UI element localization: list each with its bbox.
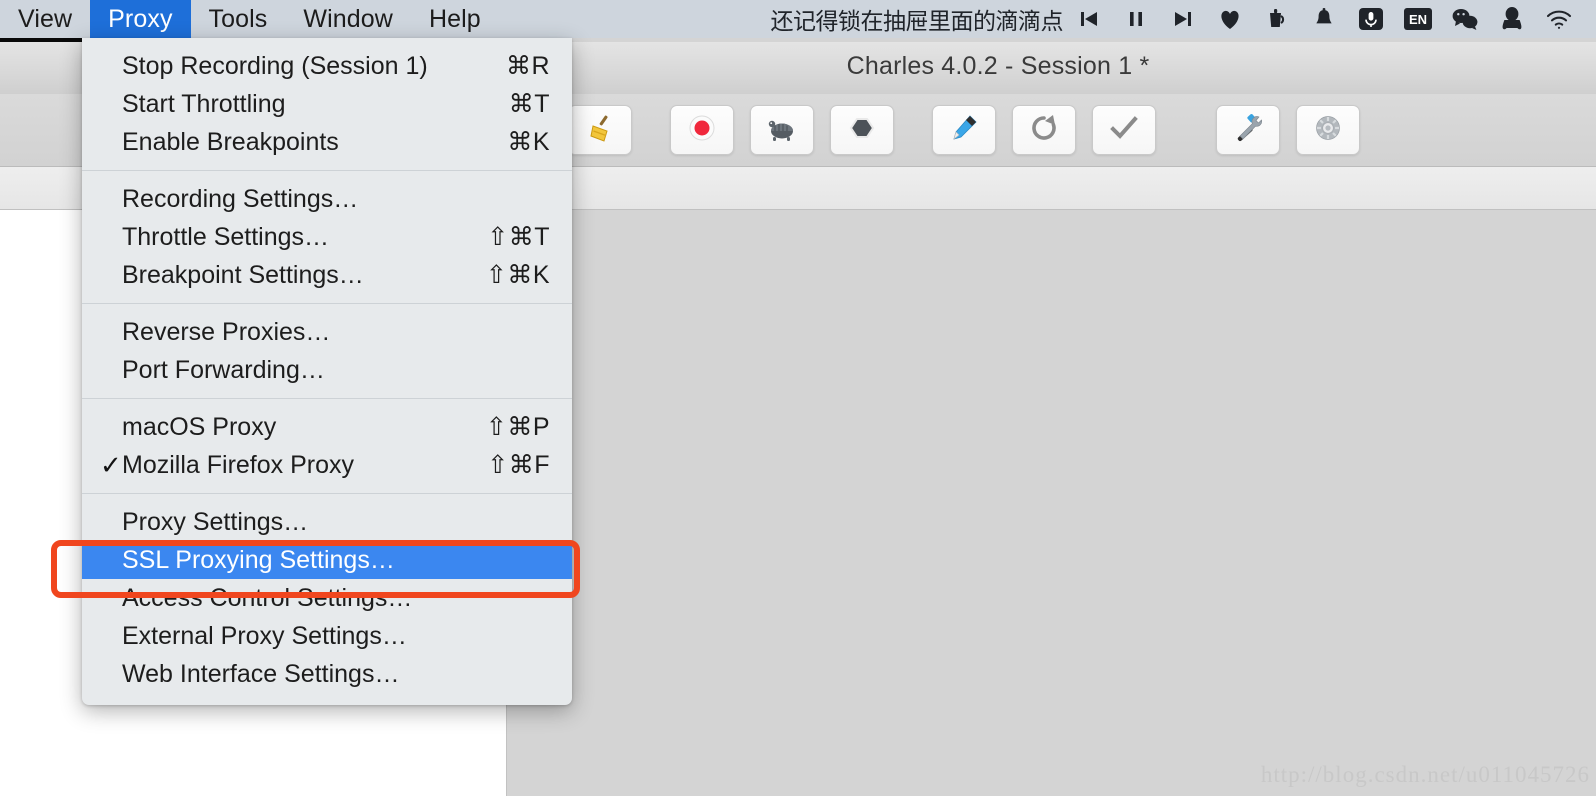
screen-root: Charles 4.0.2 - Session 1 * http://blog.… [0,0,1596,796]
menu-proxy[interactable]: Proxy [90,0,191,38]
menu-item-shortcut: ⇧⌘F [487,451,550,479]
tools-button[interactable] [1216,105,1280,155]
menu-item-shortcut: ⇧⌘P [485,413,550,441]
menu-item-macos-proxy[interactable]: macOS Proxy ⇧⌘P [82,408,572,446]
menu-item-label: Stop Recording (Session 1) [122,51,428,80]
checkmark-icon: ✓ [100,450,122,480]
menu-item-label: Reverse Proxies… [122,317,331,346]
pause-icon[interactable] [1112,0,1159,38]
menu-item-label: Breakpoint Settings… [122,260,364,289]
refresh-arrow-icon [1028,112,1060,149]
menu-item-label: Throttle Settings… [122,222,330,251]
menu-item-label: Enable Breakpoints [122,127,339,156]
heart-icon[interactable] [1206,0,1253,38]
menu-item-label: Access Control Settings… [122,583,413,612]
proxy-dropdown-menu: Stop Recording (Session 1) ⌘R Start Thro… [82,38,572,705]
hexagon-icon [846,112,878,149]
menu-item-shortcut: ⌘R [505,52,550,80]
next-track-icon[interactable] [1159,0,1206,38]
wechat-icon[interactable] [1441,0,1488,38]
input-language-label: EN [1408,12,1426,27]
menu-item-label: SSL Proxying Settings… [122,545,395,574]
breakpoints-button[interactable] [830,105,894,155]
menu-item-label: Recording Settings… [122,184,359,213]
macos-menubar: View Proxy Tools Window Help 还记得锁在抽屉里面的滴… [0,0,1596,38]
menu-item-stop-recording[interactable]: Stop Recording (Session 1) ⌘R [82,47,572,85]
previous-track-icon[interactable] [1065,0,1112,38]
microphone-icon[interactable] [1347,0,1394,38]
menu-item-shortcut: ⇧⌘K [485,261,550,289]
menu-item-label: Web Interface Settings… [122,659,400,688]
turtle-icon [765,112,799,149]
menu-item-ssl-proxying-settings[interactable]: SSL Proxying Settings… [82,541,572,579]
menu-separator [82,170,572,171]
menu-view[interactable]: View [0,0,90,38]
menu-item-label: Port Forwarding… [122,355,325,384]
window-title-text: Charles 4.0.2 - Session 1 * [846,52,1150,80]
menu-item-label: Proxy Settings… [122,507,309,536]
menu-separator [82,303,572,304]
menu-item-enable-breakpoints[interactable]: Enable Breakpoints ⌘K [82,123,572,161]
menu-item-access-control-settings[interactable]: Access Control Settings… [82,579,572,617]
record-red-dot-icon [686,112,718,149]
menu-item-label: macOS Proxy [122,412,277,441]
menu-separator [82,493,572,494]
menu-item-proxy-settings[interactable]: Proxy Settings… [82,503,572,541]
menu-item-label: External Proxy Settings… [122,621,407,650]
coffee-pot-icon[interactable] [1253,0,1300,38]
menu-item-external-proxy-settings[interactable]: External Proxy Settings… [82,617,572,655]
menu-item-mozilla-firefox-proxy[interactable]: ✓ Mozilla Firefox Proxy ⇧⌘F [82,446,572,484]
settings-button[interactable] [1296,105,1360,155]
checkmark-icon [1108,112,1140,149]
record-button[interactable] [670,105,734,155]
menu-item-label: Mozilla Firefox Proxy [122,450,354,479]
throttle-button[interactable] [750,105,814,155]
validate-button[interactable] [1092,105,1156,155]
menu-item-reverse-proxies[interactable]: Reverse Proxies… [82,313,572,351]
detail-pane[interactable] [507,210,1596,796]
menu-item-throttle-settings[interactable]: Throttle Settings… ⇧⌘T [82,218,572,256]
now-playing-text: 还记得锁在抽屉里面的滴滴点 [770,8,1064,34]
menu-item-port-forwarding[interactable]: Port Forwarding… [82,351,572,389]
menu-separator [82,398,572,399]
menu-item-web-interface-settings[interactable]: Web Interface Settings… [82,655,572,693]
clear-button[interactable] [568,105,632,155]
menu-item-start-throttling[interactable]: Start Throttling ⌘T [82,85,572,123]
bell-icon[interactable] [1300,0,1347,38]
menu-item-recording-settings[interactable]: Recording Settings… [82,180,572,218]
menubar-app-menus: View Proxy Tools Window Help [0,0,499,38]
watermark-text: http://blog.csdn.net/u011045726 [1260,762,1590,787]
menu-item-shortcut: ⇧⌘T [487,223,550,251]
menu-window[interactable]: Window [285,0,411,38]
hammer-wrench-icon [1232,112,1264,149]
menu-item-shortcut: ⌘K [507,128,550,156]
menu-item-shortcut: ⌘T [508,90,550,118]
compose-button[interactable] [932,105,996,155]
repeat-button[interactable] [1012,105,1076,155]
broom-icon [584,112,616,149]
menu-help[interactable]: Help [411,0,499,38]
menu-item-label: Start Throttling [122,89,286,118]
wifi-icon[interactable] [1535,0,1582,38]
input-language-en-icon[interactable]: EN [1394,0,1441,38]
gear-icon [1312,112,1344,149]
menubar-status-items: 还记得锁在抽屉里面的滴滴点 EN [771,0,1596,38]
menu-item-breakpoint-settings[interactable]: Breakpoint Settings… ⇧⌘K [82,256,572,294]
pen-icon [948,112,980,149]
qq-penguin-icon[interactable] [1488,0,1535,38]
menu-tools[interactable]: Tools [191,0,286,38]
